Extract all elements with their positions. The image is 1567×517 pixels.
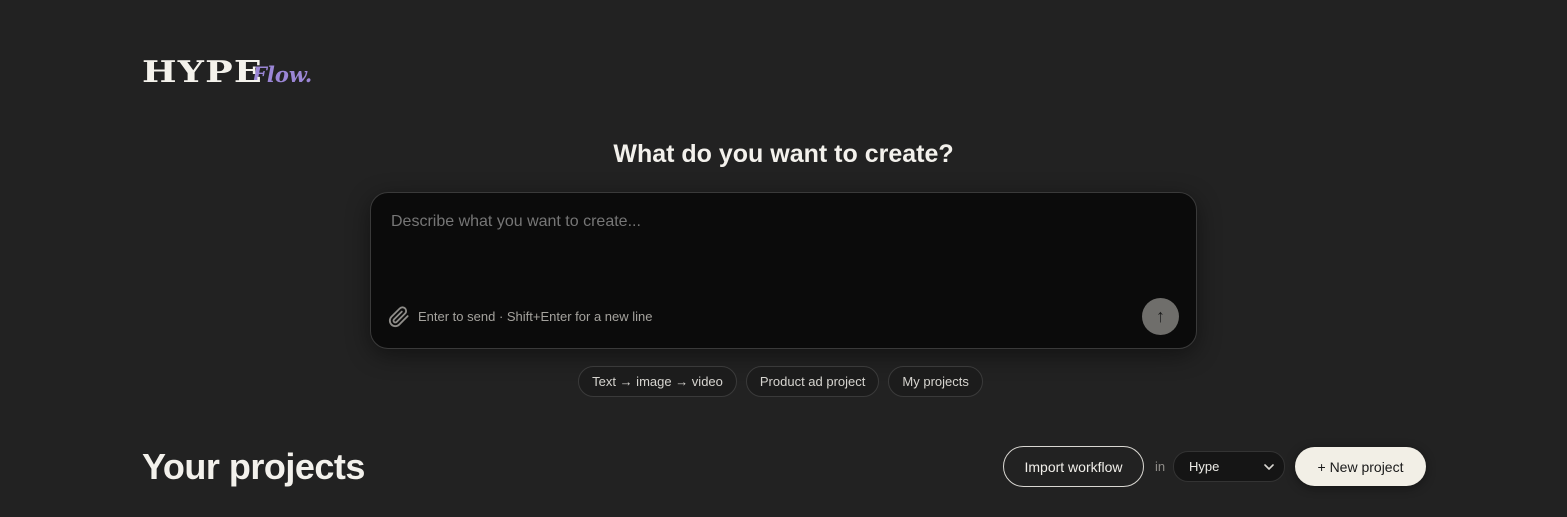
new-project-button[interactable]: + New project — [1295, 447, 1426, 486]
composer-hint: Enter to send · Shift+Enter for a new li… — [418, 309, 653, 324]
workspace-select-value: Hype — [1189, 459, 1220, 474]
prompt-composer: Enter to send · Shift+Enter for a new li… — [370, 192, 1197, 349]
chip-text-image-video[interactable]: Text → image → video — [578, 366, 737, 397]
paperclip-icon[interactable] — [387, 305, 411, 329]
projects-heading: Your projects — [142, 446, 365, 487]
hero-title: What do you want to create? — [613, 140, 954, 168]
logo-wordmark: HYPE — [142, 55, 264, 90]
arrow-up-icon: ↑ — [1156, 306, 1165, 326]
chip-my-projects[interactable]: My projects — [888, 366, 983, 397]
app-page: HYPE Flow. What do you want to create? E… — [0, 0, 1567, 517]
in-label: in — [1155, 459, 1166, 474]
brand-logo[interactable]: HYPE Flow. — [142, 58, 312, 88]
suggestion-chips: Text → image → video Product ad project … — [0, 366, 1567, 397]
prompt-input[interactable] — [391, 213, 1171, 283]
send-button[interactable]: ↑ — [1142, 298, 1179, 335]
chevron-down-icon — [1263, 457, 1275, 480]
import-workflow-button[interactable]: Import workflow — [1003, 446, 1144, 487]
workspace-select[interactable]: Hype — [1173, 451, 1285, 482]
chip-product-ad-project[interactable]: Product ad project — [745, 366, 880, 397]
